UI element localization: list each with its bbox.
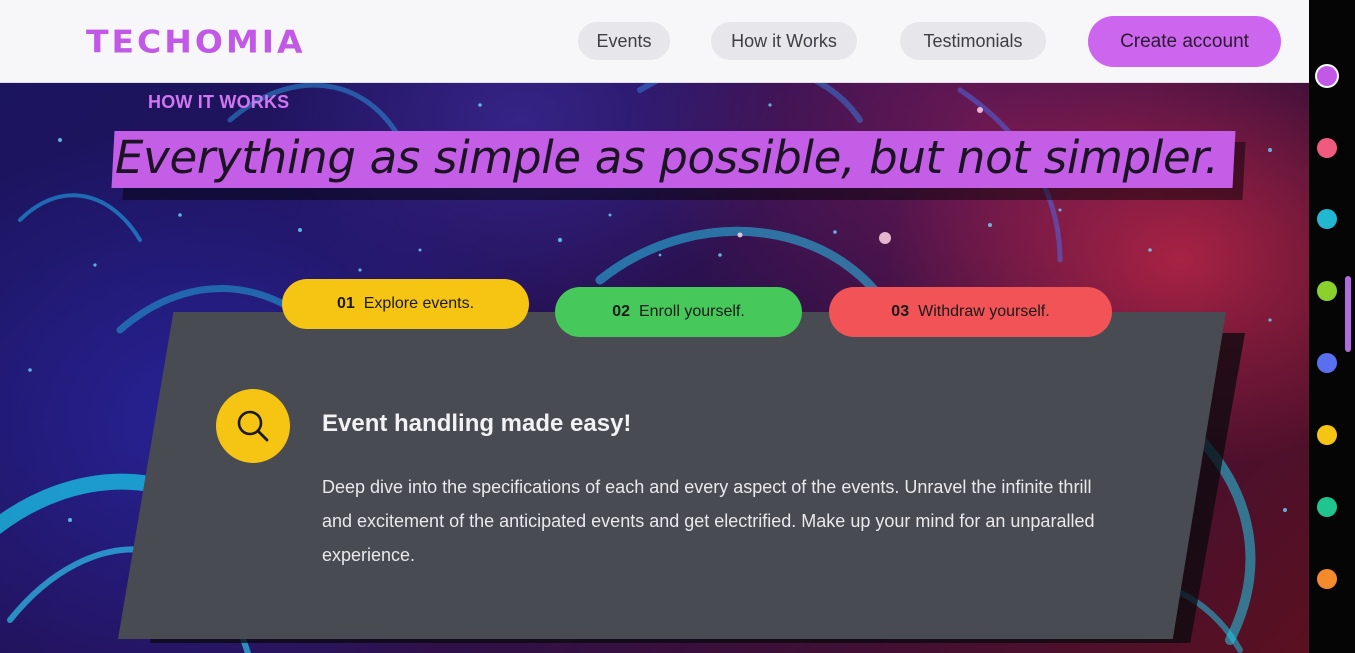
theme-dot-purple[interactable] bbox=[1317, 66, 1337, 86]
theme-dot-green[interactable] bbox=[1317, 497, 1337, 517]
step-number: 02 bbox=[612, 303, 630, 320]
section-headline: Everything as simple as possible, but no… bbox=[115, 131, 1219, 184]
step-tab-enroll[interactable]: 02 Enroll yourself. bbox=[555, 287, 802, 337]
section-eyebrow: HOW IT WORKS bbox=[148, 92, 290, 112]
feature-title: Event handling made easy! bbox=[322, 410, 632, 437]
nav-events-link[interactable]: Events bbox=[578, 22, 670, 60]
theme-dot-blue[interactable] bbox=[1317, 353, 1337, 373]
theme-dot-yellow[interactable] bbox=[1317, 425, 1337, 445]
create-account-button[interactable]: Create account bbox=[1088, 16, 1281, 67]
step-label: Enroll yourself. bbox=[638, 303, 745, 320]
nav-how-it-works-link[interactable]: How it Works bbox=[711, 22, 857, 60]
step-tab-explore[interactable]: 01 Explore events. bbox=[282, 279, 529, 329]
theme-dot-pink[interactable] bbox=[1317, 138, 1337, 158]
feature-description: Deep dive into the specifications of eac… bbox=[322, 477, 1095, 565]
scrollbar-thumb[interactable] bbox=[1345, 276, 1351, 352]
search-icon bbox=[237, 410, 269, 442]
brand-logo[interactable]: TECHOMIA bbox=[86, 24, 306, 59]
step-number: 03 bbox=[891, 303, 910, 320]
step-tab-withdraw[interactable]: 03 Withdraw yourself. bbox=[829, 287, 1112, 337]
theme-color-sidebar bbox=[1309, 0, 1355, 653]
theme-dot-lime[interactable] bbox=[1317, 281, 1337, 301]
nav-testimonials-link[interactable]: Testimonials bbox=[900, 22, 1046, 60]
theme-dot-cyan[interactable] bbox=[1317, 209, 1337, 229]
step-number: 01 bbox=[336, 295, 355, 312]
step-label: Withdraw yourself. bbox=[918, 303, 1050, 320]
top-navbar: TECHOMIA Events How it Works Testimonial… bbox=[0, 0, 1309, 83]
step-label: Explore events. bbox=[363, 295, 475, 312]
theme-dot-orange[interactable] bbox=[1317, 569, 1337, 589]
feature-icon-badge bbox=[216, 389, 290, 463]
